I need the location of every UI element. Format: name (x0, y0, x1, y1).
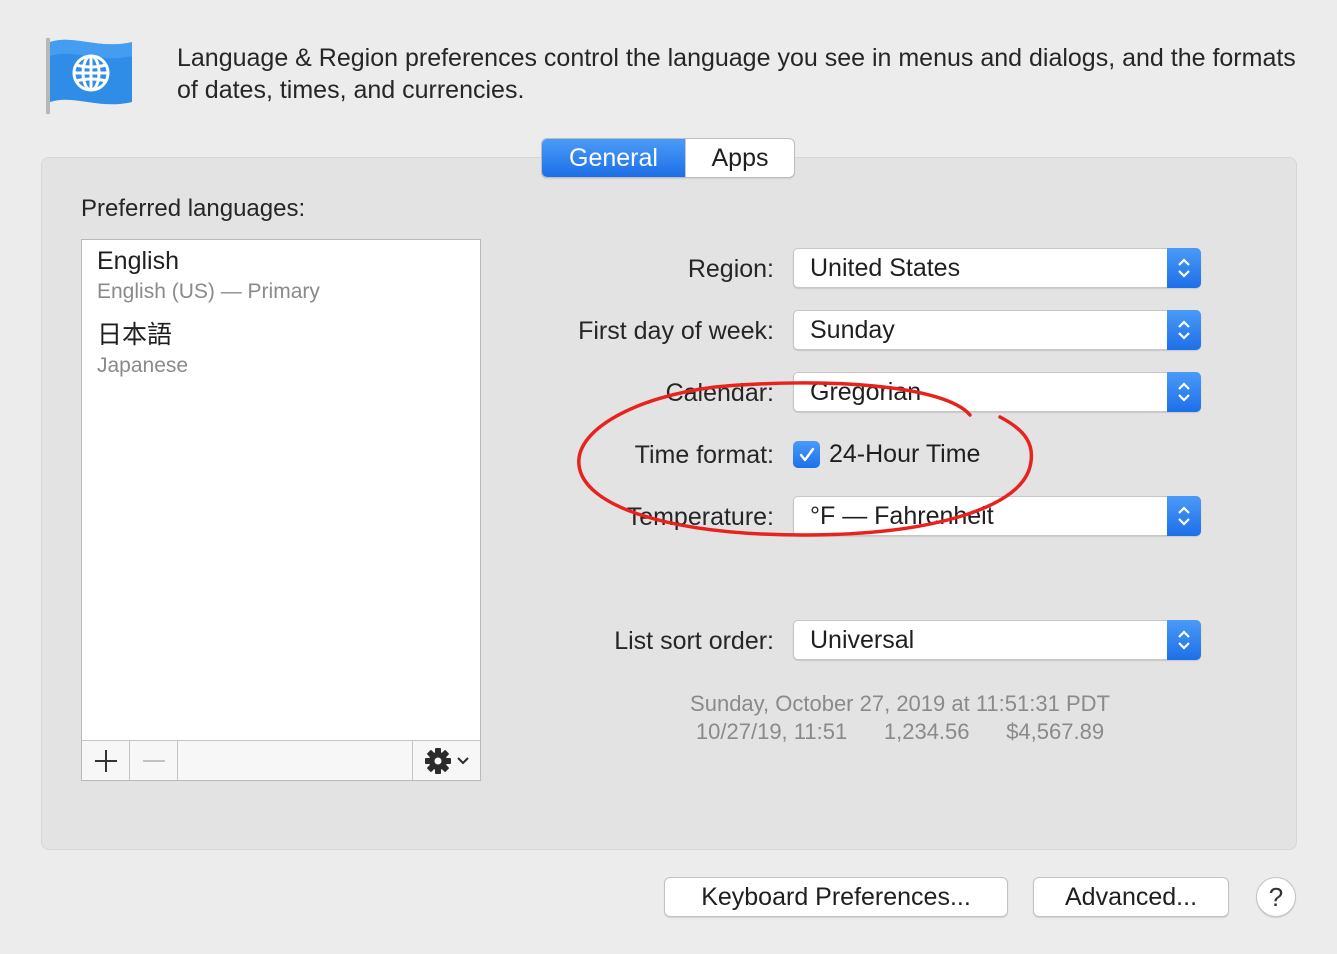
24-hour-checkbox[interactable] (793, 441, 820, 468)
remove-language-button[interactable] (130, 741, 178, 780)
help-button[interactable]: ? (1256, 877, 1296, 917)
sample-date-text: Sunday, October 27, 2019 at 11:51:31 PDT (690, 691, 1110, 716)
updown-chevron-icon (1167, 248, 1201, 288)
checkmark-icon (799, 447, 814, 461)
sort-order-label: List sort order: (614, 627, 774, 655)
sort-order-value: Universal (810, 626, 915, 654)
updown-chevron-icon (1167, 496, 1201, 536)
keyboard-preferences-button[interactable]: Keyboard Preferences... (664, 877, 1008, 917)
toolbar-spacer (178, 741, 413, 780)
chevron-down-icon (456, 756, 469, 764)
sample-format-text: 10/27/19, 11:51 1,234.56 $4,567.89 (695, 719, 1105, 744)
plus-icon (94, 749, 117, 772)
updown-chevron-icon (1167, 620, 1201, 660)
calendar-label: Calendar: (665, 379, 774, 407)
gear-icon (424, 747, 451, 774)
add-language-button[interactable] (82, 741, 130, 780)
region-label: Region: (687, 255, 774, 283)
tab-bar: General Apps (541, 138, 795, 178)
calendar-value: Gregorian (810, 378, 922, 406)
list-toolbar (82, 740, 480, 780)
minus-icon (142, 759, 165, 762)
language-detail: Japanese (97, 354, 189, 377)
temperature-label: Temperature: (626, 503, 774, 531)
updown-chevron-icon (1167, 310, 1201, 350)
tab-general[interactable]: General (542, 139, 685, 177)
action-menu-button[interactable] (413, 741, 480, 780)
24-hour-label[interactable]: 24-Hour Time (829, 439, 980, 469)
first-day-popup[interactable]: Sunday (793, 310, 1201, 350)
region-value: United States (810, 254, 961, 282)
temperature-popup[interactable]: °F — Fahrenheit (793, 496, 1201, 536)
first-day-label: First day of week: (578, 317, 774, 345)
region-popup[interactable]: United States (793, 248, 1201, 288)
temperature-value: °F — Fahrenheit (810, 502, 994, 530)
sort-order-popup[interactable]: Universal (793, 620, 1201, 660)
tab-apps[interactable]: Apps (685, 139, 794, 177)
preferred-languages-heading: Preferred languages: (81, 195, 306, 222)
first-day-value: Sunday (810, 316, 895, 344)
globe-flag-icon (46, 38, 132, 114)
time-format-label: Time format: (634, 441, 774, 469)
advanced-button[interactable]: Advanced... (1033, 877, 1229, 917)
description-text: Language & Region preferences control th… (177, 44, 1296, 104)
calendar-popup[interactable]: Gregorian (793, 372, 1201, 412)
updown-chevron-icon (1167, 372, 1201, 412)
